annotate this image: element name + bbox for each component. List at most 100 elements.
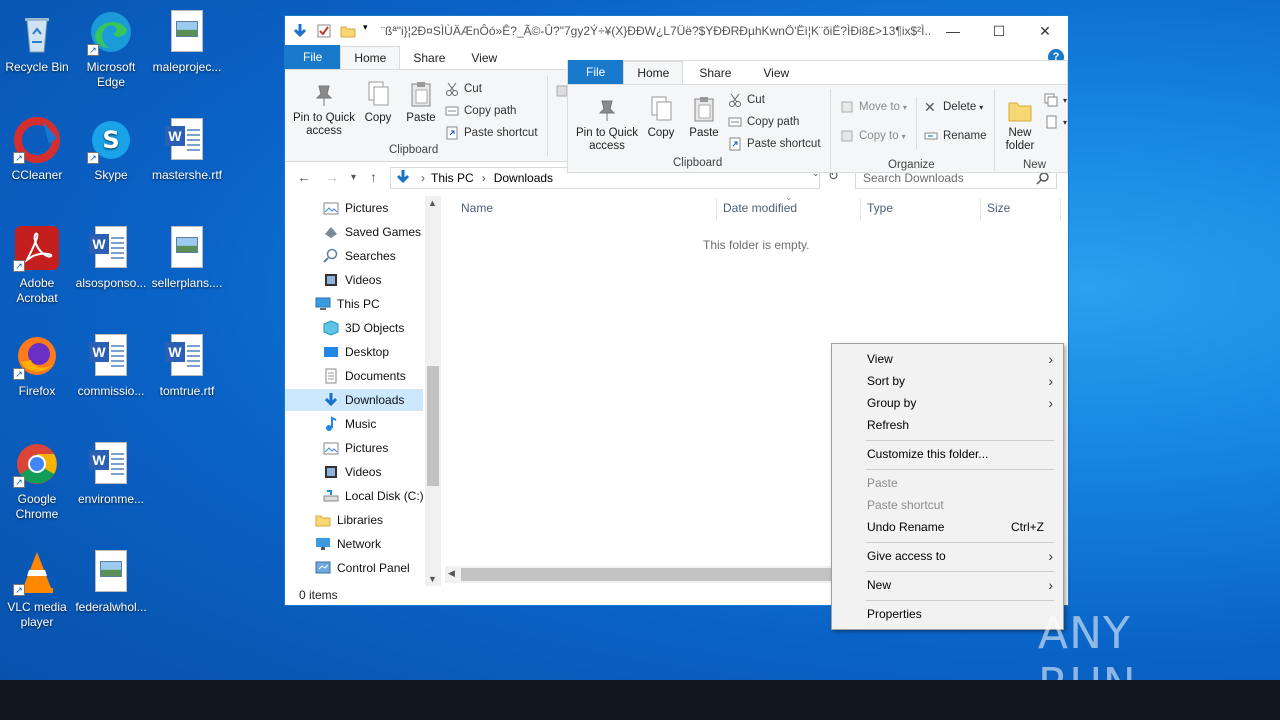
scroll-left-icon[interactable]: ◀ [448, 568, 455, 579]
menu-item-group-by[interactable]: Group by › [833, 392, 1063, 414]
properties-icon[interactable] [315, 22, 333, 40]
desktop-icon-firefox[interactable]: ↗ Firefox [0, 332, 74, 399]
column-date-modified[interactable]: Date modified [723, 201, 797, 215]
easy-access-button[interactable]: ▾ [1044, 115, 1067, 129]
nav-item-documents[interactable]: Documents [323, 365, 406, 387]
copy-button-2[interactable]: Copy [644, 95, 678, 140]
nav-item-this-pc[interactable]: This PC [315, 293, 380, 315]
desktop-icon-sellerplans[interactable]: sellerplans.... [150, 224, 224, 291]
desktop-icon-adobe-acrobat[interactable]: ↗ Adobe Acrobat [0, 224, 74, 306]
tab-home-2[interactable]: Home [623, 61, 684, 84]
delete-button[interactable]: ✕ Delete ▾ [924, 100, 983, 114]
menu-item-customize-folder[interactable]: Customize this folder... [833, 443, 1063, 465]
column-type[interactable]: Type [867, 201, 893, 215]
copy-path-button[interactable]: Copy path [445, 104, 516, 118]
menu-item-refresh[interactable]: Refresh [833, 414, 1063, 436]
menu-item-view[interactable]: View › [833, 348, 1063, 370]
column-name[interactable]: Name [461, 201, 493, 215]
desktop-icon-maleprojec[interactable]: maleprojec... [150, 8, 224, 75]
menu-item-give-access[interactable]: Give access to › [833, 545, 1063, 567]
new-folder-icon[interactable] [339, 22, 357, 40]
move-to-button[interactable]: Move to ▾ [840, 100, 907, 114]
desktop-icon-edge[interactable]: ↗ Microsoft Edge [74, 8, 148, 90]
nav-item-network[interactable]: Network [315, 533, 381, 555]
new-folder-button[interactable]: New folder [1000, 95, 1040, 153]
tab-file-2[interactable]: File [568, 60, 624, 84]
nav-item-pictures-2[interactable]: Pictures [323, 437, 388, 459]
up-button[interactable]: ↑ [370, 169, 377, 185]
column-size[interactable]: Size [987, 201, 1010, 215]
forward-button[interactable]: → [325, 169, 339, 185]
breadcrumb-downloads[interactable]: Downloads [494, 171, 553, 185]
back-button[interactable]: ← [297, 169, 311, 185]
copy-path-button-2[interactable]: Copy path [728, 115, 799, 129]
desktop-icon-federalwhol[interactable]: federalwhol... [74, 548, 148, 615]
recycle-bin-icon [13, 8, 61, 56]
menu-item-properties[interactable]: Properties [833, 603, 1063, 625]
scroll-down-icon[interactable]: ▼ [428, 574, 437, 584]
menu-label: Undo Rename [867, 520, 945, 534]
menu-item-paste-shortcut[interactable]: Paste shortcut [833, 494, 1063, 516]
nav-item-music[interactable]: Music [323, 413, 376, 435]
nav-scrollbar[interactable]: ▲ ▼ [425, 196, 441, 586]
desktop-icon-recycle-bin[interactable]: Recycle Bin [0, 8, 74, 75]
tab-view[interactable]: View [458, 47, 510, 69]
tab-share-2[interactable]: Share [683, 62, 747, 84]
nav-item-3d-objects[interactable]: 3D Objects [323, 317, 404, 339]
horizontal-scrollbar[interactable]: ◀ [445, 566, 835, 583]
nav-item-videos[interactable]: Videos [323, 269, 381, 291]
cut-button-2[interactable]: Cut [728, 93, 765, 107]
pin-quick-access-button[interactable]: Pin to Quick access [291, 80, 357, 138]
new-item-button[interactable]: ▾ [1044, 93, 1067, 107]
menu-item-paste[interactable]: Paste [833, 472, 1063, 494]
menu-item-sort-by[interactable]: Sort by › [833, 370, 1063, 392]
copy-to-button[interactable]: Copy to ▾ [840, 129, 906, 143]
nav-item-control-panel[interactable]: Control Panel [315, 557, 410, 579]
desktop-icon-google-chrome[interactable]: ↗ Google Chrome [0, 440, 74, 522]
customize-toolbar-icon[interactable]: ▾ [363, 22, 373, 40]
desktop-icon-alsosponso[interactable]: W alsosponso... [74, 224, 148, 291]
desktop-icon-vlc[interactable]: ↗ VLC media player [0, 548, 74, 630]
nav-item-searches[interactable]: Searches [323, 245, 396, 267]
control-panel-icon [315, 560, 331, 576]
desktop-icon-ccleaner[interactable]: ↗ CCleaner [0, 116, 74, 183]
horizontal-scroll-thumb[interactable] [461, 568, 831, 581]
paste-button[interactable]: Paste [401, 80, 441, 125]
nav-scroll-thumb[interactable] [427, 366, 439, 486]
menu-item-new[interactable]: New › [833, 574, 1063, 596]
nav-item-local-disk[interactable]: Local Disk (C:) [323, 485, 424, 507]
paste-shortcut-button-2[interactable]: Paste shortcut [728, 137, 821, 151]
pin-quick-access-button-2[interactable]: Pin to Quick access [574, 95, 640, 153]
tab-share[interactable]: Share [400, 47, 458, 69]
nav-item-desktop[interactable]: Desktop [323, 341, 389, 363]
maximize-button[interactable]: ☐ [976, 16, 1022, 46]
word-document-icon: W [87, 332, 135, 380]
rename-button[interactable]: Rename [924, 129, 986, 143]
copy-button[interactable]: Copy [361, 80, 395, 125]
cut-button[interactable]: Cut [445, 82, 482, 96]
recent-locations-button[interactable]: ▾ [351, 172, 356, 183]
nav-item-pictures[interactable]: Pictures [323, 197, 388, 219]
minimize-button[interactable]: — [930, 16, 976, 46]
tab-view-2[interactable]: View [747, 62, 805, 84]
paste-shortcut-button[interactable]: Paste shortcut [445, 126, 538, 140]
desktop-icon-skype[interactable]: S ↗ Skype [74, 116, 148, 183]
paste-button-2[interactable]: Paste [684, 95, 724, 140]
music-icon [323, 416, 339, 432]
nav-item-downloads[interactable]: Downloads [285, 389, 423, 411]
tab-file[interactable]: File [285, 45, 341, 69]
desktop-icon-mastershe[interactable]: W mastershe.rtf [150, 116, 224, 183]
pin-icon [311, 80, 337, 108]
breadcrumb-this-pc[interactable]: This PC [431, 171, 474, 185]
menu-item-undo-rename[interactable]: Undo Rename Ctrl+Z [833, 516, 1063, 538]
desktop-icon-environme[interactable]: W environme... [74, 440, 148, 507]
close-button[interactable]: ✕ [1022, 16, 1068, 46]
shortcut-arrow-icon: ↗ [13, 584, 25, 596]
desktop-icon-tomtrue[interactable]: W tomtrue.rtf [150, 332, 224, 399]
nav-item-videos-2[interactable]: Videos [323, 461, 381, 483]
nav-item-libraries[interactable]: Libraries [315, 509, 383, 531]
scroll-up-icon[interactable]: ▲ [428, 198, 437, 208]
nav-item-saved-games[interactable]: Saved Games [323, 221, 421, 243]
desktop-icon-commissio[interactable]: W commissio... [74, 332, 148, 399]
tab-home[interactable]: Home [340, 46, 401, 69]
